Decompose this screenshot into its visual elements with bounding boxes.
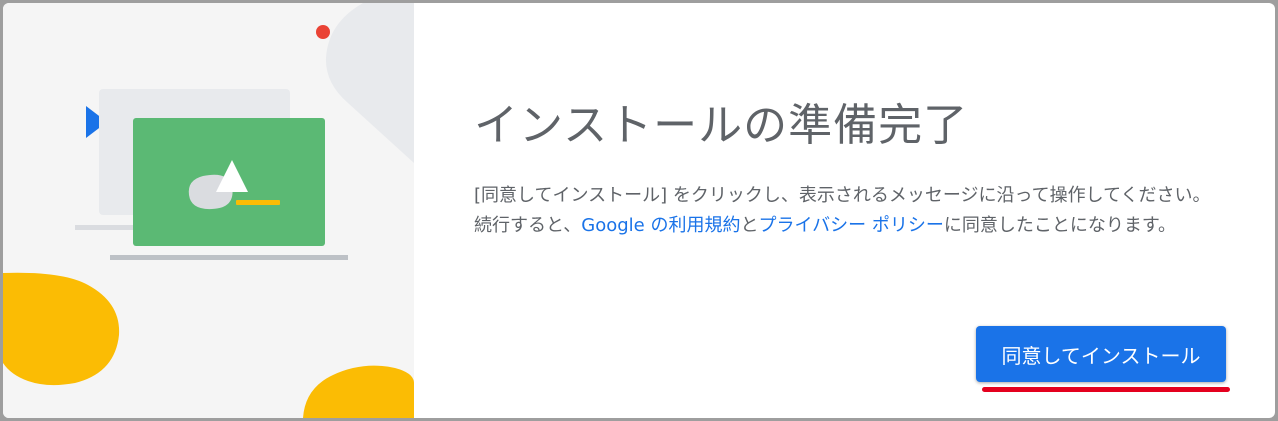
red-underline-annotation bbox=[982, 387, 1230, 392]
install-illustration bbox=[3, 3, 414, 418]
installer-dialog: インストールの準備完了 [同意してインストール] をクリックし、表示されるメッセ… bbox=[3, 3, 1275, 418]
yellow-blob-right bbox=[303, 365, 414, 418]
dialog-title: インストールの準備完了 bbox=[474, 100, 969, 151]
laptop-base bbox=[110, 255, 348, 260]
description-text-2: と bbox=[740, 215, 759, 236]
description-text-3: に同意したことになります。 bbox=[943, 215, 1177, 236]
accept-and-install-button[interactable]: 同意してインストール bbox=[976, 326, 1226, 382]
dialog-content: インストールの準備完了 [同意してインストール] をクリックし、表示されるメッセ… bbox=[414, 3, 1275, 418]
laptop-illustration bbox=[3, 3, 414, 418]
dialog-description: [同意してインストール] をクリックし、表示されるメッセージに沿って操作してくだ… bbox=[474, 181, 1214, 241]
red-dot bbox=[316, 25, 330, 39]
privacy-policy-link[interactable]: プライバシー ポリシー bbox=[758, 215, 943, 236]
yellow-line bbox=[236, 200, 280, 205]
yellow-blob-left bbox=[3, 272, 120, 386]
terms-of-service-link[interactable]: Google の利用規約 bbox=[581, 215, 740, 236]
